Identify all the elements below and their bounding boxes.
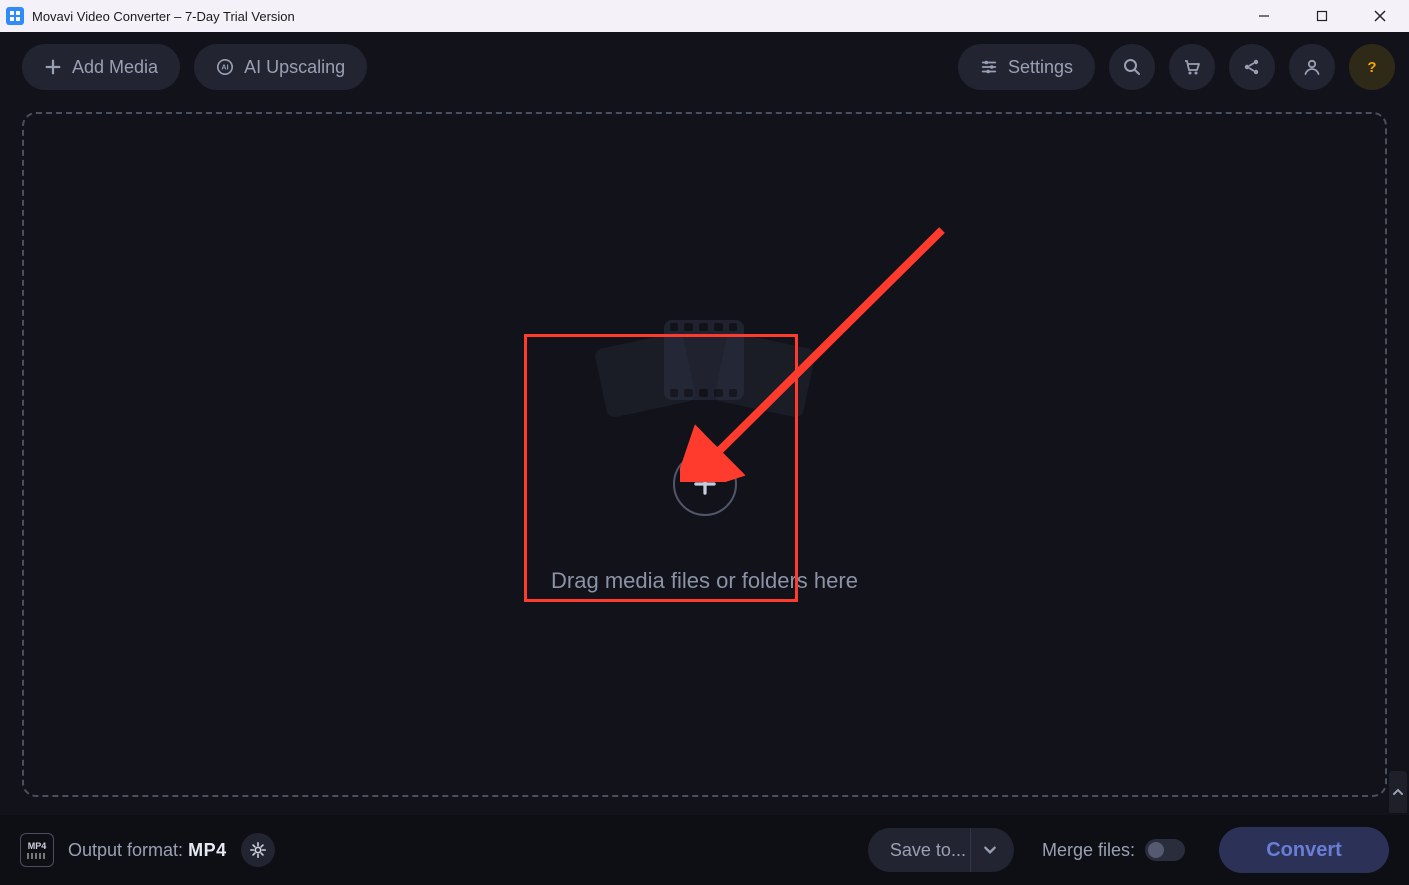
merge-files-label: Merge files: [1042, 840, 1135, 861]
media-drop-zone[interactable]: Drag media files or folders here [22, 112, 1387, 797]
save-to-dropdown-toggle[interactable] [970, 828, 1010, 872]
settings-label: Settings [1008, 57, 1073, 78]
search-icon [1122, 57, 1142, 77]
help-button[interactable]: ? [1349, 44, 1395, 90]
save-to-button[interactable]: Save to... [868, 828, 1014, 872]
search-button[interactable] [1109, 44, 1155, 90]
cart-icon [1182, 57, 1202, 77]
add-media-circle-button[interactable] [673, 452, 737, 516]
account-button[interactable] [1289, 44, 1335, 90]
toolbar: Add Media AI AI Upscaling Settings [0, 32, 1409, 102]
svg-text:?: ? [1367, 59, 1376, 76]
drop-zone-hint: Drag media files or folders here [551, 568, 858, 594]
ai-icon: AI [216, 58, 234, 76]
add-media-button[interactable]: Add Media [22, 44, 180, 90]
plus-icon [44, 58, 62, 76]
save-to-label: Save to... [890, 840, 966, 861]
chevron-down-icon [983, 843, 997, 857]
window-titlebar: Movavi Video Converter – 7-Day Trial Ver… [0, 0, 1409, 32]
user-icon [1302, 57, 1322, 77]
share-icon [1242, 57, 1262, 77]
app-icon [6, 7, 24, 25]
window-close-button[interactable] [1351, 0, 1409, 32]
window-minimize-button[interactable] [1235, 0, 1293, 32]
convert-button[interactable]: Convert [1219, 827, 1389, 873]
output-format-thumbnail[interactable]: MP4 [20, 833, 54, 867]
format-thumb-text: MP4 [28, 841, 47, 851]
cart-button[interactable] [1169, 44, 1215, 90]
output-format-label: Output format: [68, 840, 183, 860]
window-title: Movavi Video Converter – 7-Day Trial Ver… [32, 9, 295, 24]
ai-upscaling-button[interactable]: AI AI Upscaling [194, 44, 367, 90]
media-placeholder-icon [600, 316, 810, 426]
add-media-label: Add Media [72, 57, 158, 78]
merge-files-toggle[interactable] [1145, 839, 1185, 861]
svg-text:AI: AI [221, 63, 228, 72]
share-button[interactable] [1229, 44, 1275, 90]
help-icon: ? [1362, 57, 1382, 77]
output-format-label-group: Output format: MP4 [68, 840, 227, 861]
bottom-bar: MP4 Output format: MP4 Save to... Merge … [0, 815, 1409, 885]
chevron-up-icon [1392, 786, 1404, 798]
plus-icon [692, 471, 718, 497]
output-format-value: MP4 [188, 840, 227, 860]
sliders-icon [980, 58, 998, 76]
settings-button[interactable]: Settings [958, 44, 1095, 90]
ai-upscaling-label: AI Upscaling [244, 57, 345, 78]
scroll-up-button[interactable] [1389, 771, 1407, 813]
window-maximize-button[interactable] [1293, 0, 1351, 32]
convert-label: Convert [1266, 839, 1342, 862]
output-format-settings-button[interactable] [241, 833, 275, 867]
gear-icon [249, 841, 267, 859]
